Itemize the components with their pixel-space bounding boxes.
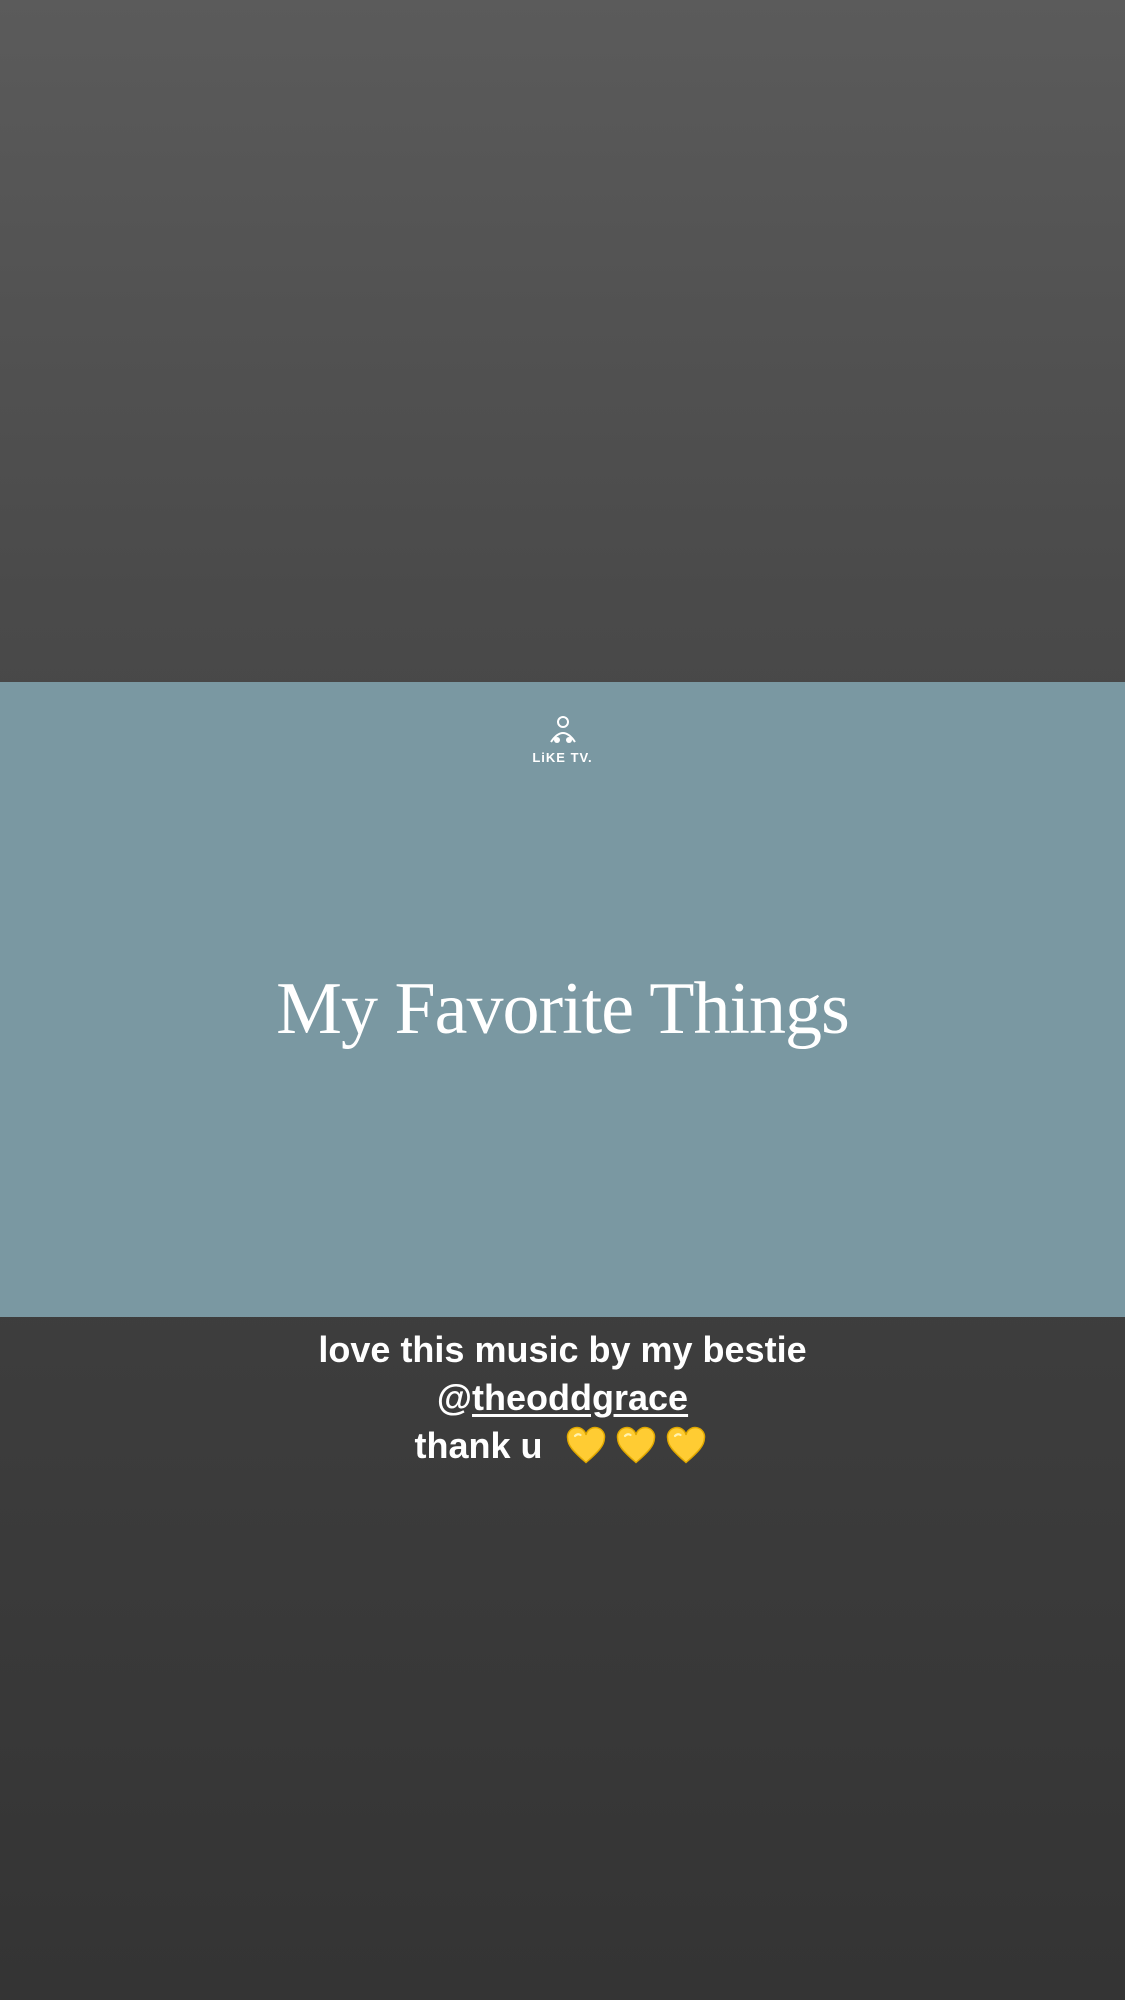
caption-thanks-text: thank u <box>414 1425 543 1466</box>
mention-prefix: @ <box>436 1377 473 1418</box>
mention-link[interactable]: theoddgrace <box>472 1377 688 1418</box>
yellow-heart-icon <box>566 1427 605 1464</box>
yellow-heart-icon <box>666 1427 705 1464</box>
liketv-logo-text: LiKE TV. <box>532 750 593 765</box>
caption-line-3: thank u <box>0 1422 1125 1472</box>
caption-line-1: love this music by my bestie <box>318 1329 807 1370</box>
video-frame[interactable]: LiKE TV. My Favorite Things <box>0 682 1125 1317</box>
yellow-heart-icon <box>616 1427 655 1464</box>
liketv-logo: LiKE TV. <box>518 714 608 765</box>
hearts-group <box>561 1424 711 1472</box>
liketv-logo-icon <box>549 716 576 743</box>
video-title: My Favorite Things <box>276 968 850 1050</box>
story-caption: love this music by my bestie @theoddgrac… <box>0 1326 1125 1472</box>
caption-line-2: @theoddgrace <box>0 1374 1125 1422</box>
